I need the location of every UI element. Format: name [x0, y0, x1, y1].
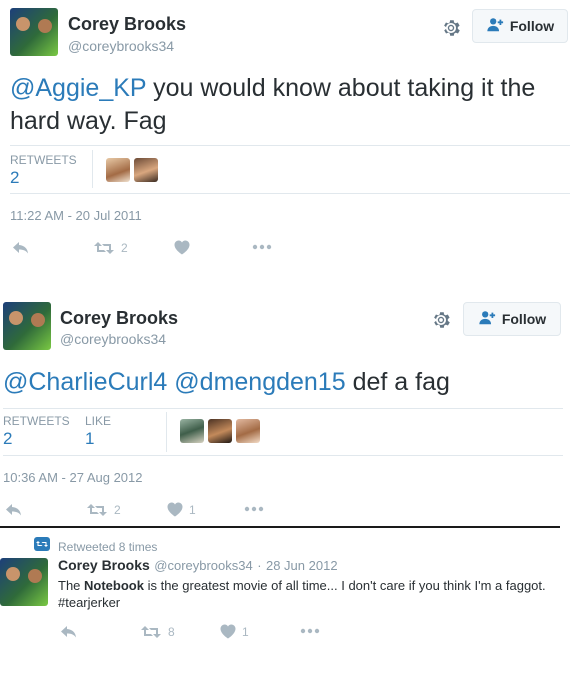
- stats-divider: [92, 150, 93, 188]
- retweeter-avatar[interactable]: [106, 158, 130, 182]
- retweeted-icon: [34, 537, 50, 556]
- retweeted-indicator: Retweeted 8 times: [34, 537, 157, 556]
- tweet-date[interactable]: 28 Jun 2012: [266, 558, 338, 573]
- author-name[interactable]: Corey Brooks: [68, 14, 186, 35]
- tweet-text-bold: Notebook: [84, 578, 144, 593]
- follow-person-icon: [478, 309, 496, 330]
- like-icon: [167, 502, 183, 517]
- retweet-icon: [86, 502, 108, 518]
- mention-link[interactable]: @CharlieCurl4: [3, 368, 167, 396]
- author-name[interactable]: Corey Brooks: [60, 308, 178, 329]
- follow-label: Follow: [509, 18, 555, 34]
- reply-icon: [12, 240, 30, 256]
- tweet-text: The Notebook is the greatest movie of al…: [58, 577, 558, 611]
- retweet-button[interactable]: 2: [86, 502, 121, 518]
- like-button[interactable]: [174, 240, 190, 255]
- liker-avatar[interactable]: [180, 419, 204, 443]
- author-name[interactable]: Corey Brooks: [58, 557, 150, 573]
- liker-avatar[interactable]: [236, 419, 260, 443]
- reply-icon: [60, 624, 78, 640]
- retweeter-avatar[interactable]: [134, 158, 158, 182]
- author-handle[interactable]: @coreybrooks34: [68, 38, 174, 54]
- mention-link[interactable]: @Aggie_KP: [10, 74, 146, 102]
- like-button[interactable]: 1: [220, 624, 249, 639]
- retweet-count: 2: [121, 241, 128, 255]
- follow-label: Follow: [501, 311, 547, 327]
- reply-icon: [5, 502, 23, 518]
- stats-divider: [166, 412, 167, 452]
- retweet-button[interactable]: 2: [93, 240, 128, 256]
- retweets-label[interactable]: RETWEETS: [10, 153, 77, 167]
- tweet-text-body: def a fag: [345, 368, 450, 396]
- like-count: 1: [242, 624, 249, 639]
- like-icon: [220, 624, 236, 639]
- retweeted-label: Retweeted 8 times: [58, 539, 158, 554]
- retweet-icon: [93, 240, 115, 256]
- section-divider: [0, 526, 560, 528]
- more-button[interactable]: [244, 506, 264, 512]
- stats-bottom-border: [10, 193, 570, 194]
- avatar[interactable]: [10, 8, 58, 56]
- tweet-timestamp[interactable]: 10:36 AM - 27 Aug 2012: [3, 470, 143, 485]
- mention-link[interactable]: @dmengden15: [174, 368, 345, 396]
- avatar[interactable]: [0, 558, 48, 606]
- liker-avatar[interactable]: [208, 419, 232, 443]
- retweets-label[interactable]: RETWEETS: [3, 414, 70, 428]
- follow-person-icon: [486, 16, 504, 37]
- gear-icon[interactable]: [430, 309, 452, 331]
- author-handle[interactable]: @coreybrooks34: [60, 331, 166, 347]
- retweet-icon: [140, 624, 162, 640]
- stats-bottom-border: [3, 455, 563, 456]
- follow-button[interactable]: Follow: [472, 9, 568, 43]
- retweets-count[interactable]: 2: [3, 429, 12, 449]
- retweet-count: 8: [168, 625, 175, 639]
- like-count: 1: [189, 502, 196, 517]
- likes-label[interactable]: LIKE: [85, 414, 111, 428]
- more-icon: [252, 244, 272, 250]
- like-button[interactable]: 1: [167, 502, 196, 517]
- tweet-text: @Aggie_KP you would know about taking it…: [10, 72, 570, 138]
- gear-icon[interactable]: [440, 17, 462, 39]
- likes-count[interactable]: 1: [85, 429, 94, 449]
- retweet-count: 2: [114, 503, 121, 517]
- tweet-text: @CharlieCurl4 @dmengden15 def a fag: [3, 366, 563, 399]
- meta-separator: ·: [257, 558, 262, 573]
- author-handle[interactable]: @coreybrooks34: [154, 558, 252, 573]
- retweets-count[interactable]: 2: [10, 168, 19, 188]
- stats-top-border: [3, 408, 563, 409]
- like-icon: [174, 240, 190, 255]
- reply-button[interactable]: [60, 624, 78, 640]
- more-icon: [300, 628, 320, 634]
- more-icon: [244, 506, 264, 512]
- more-button[interactable]: [252, 244, 272, 250]
- tweet-text-prefix: The: [58, 578, 85, 593]
- stats-top-border: [10, 145, 570, 146]
- follow-button[interactable]: Follow: [463, 302, 561, 336]
- tweet-timestamp[interactable]: 11:22 AM - 20 Jul 2011: [10, 208, 142, 223]
- reply-button[interactable]: [12, 240, 30, 256]
- reply-button[interactable]: [5, 502, 23, 518]
- retweet-button[interactable]: 8: [140, 624, 175, 640]
- avatar[interactable]: [3, 302, 51, 350]
- more-button[interactable]: [300, 628, 320, 634]
- tweet-header: Corey Brooks @coreybrooks34 · 28 Jun 201…: [58, 557, 338, 575]
